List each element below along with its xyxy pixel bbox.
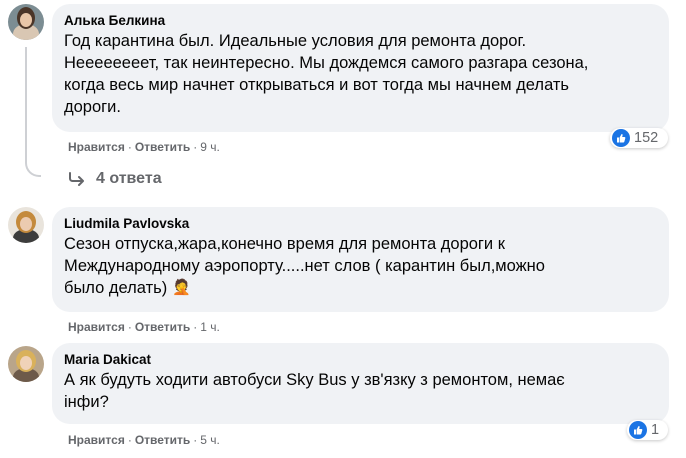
comment-actions: Нравится · Ответить · 1 ч. <box>68 319 220 335</box>
avatar[interactable] <box>8 207 44 243</box>
like-button[interactable]: Нравится <box>68 139 125 155</box>
separator-dot: · <box>127 140 132 154</box>
separator-dot: · <box>193 433 198 447</box>
comment-author[interactable]: Maria Dakicat <box>64 351 657 368</box>
reply-arrow-icon <box>68 172 86 186</box>
like-reaction-icon <box>629 421 647 439</box>
comment-timestamp[interactable]: 5 ч. <box>200 432 220 448</box>
comment-text-line: Неееееееет, так неинтересно. Мы дождемся… <box>64 54 589 72</box>
comment-actions: Нравится · Ответить · 9 ч. <box>68 139 220 155</box>
comment-bubble: Алька Белкина Год карантина был. Идеальн… <box>52 4 669 132</box>
comment-text-line: дороги. <box>64 98 121 116</box>
avatar[interactable] <box>8 4 44 40</box>
reaction-count[interactable]: 152 <box>610 128 668 148</box>
reaction-count-value: 152 <box>634 130 659 146</box>
comment-bubble: Maria Dakicat А як будуть ходити автобус… <box>52 343 669 424</box>
comment-text-line: было делать) <box>64 279 168 297</box>
comment-text-line: А як будуть ходити автобуси Sky Bus у зв… <box>64 371 565 389</box>
separator-dot: · <box>193 140 198 154</box>
comment-actions: Нравится · Ответить · 5 ч. <box>68 432 220 448</box>
reaction-count-value: 1 <box>651 422 660 438</box>
view-replies-link[interactable]: 4 ответа <box>68 168 162 190</box>
avatar[interactable] <box>8 346 44 382</box>
comment-text-line: інфи? <box>64 393 109 411</box>
reply-button[interactable]: Ответить <box>135 432 190 448</box>
separator-dot: · <box>193 320 198 334</box>
separator-dot: · <box>127 433 132 447</box>
separator-dot: · <box>127 320 132 334</box>
reply-button[interactable]: Ответить <box>135 319 190 335</box>
comment-text-line: Сезон отпуска,жара,конечно время для рем… <box>64 235 505 253</box>
reaction-count[interactable]: 1 <box>627 420 668 440</box>
comment-text-line: Международному аэропорту.....нет слов ( … <box>64 257 545 275</box>
like-button[interactable]: Нравится <box>68 432 125 448</box>
like-reaction-icon <box>612 129 630 147</box>
replies-count-label: 4 ответа <box>96 170 162 187</box>
reply-button[interactable]: Ответить <box>135 139 190 155</box>
facepalm-emoji-icon: 🤦 <box>172 279 191 296</box>
comment-text-line: когда весь мир начнет открываться и вот … <box>64 76 570 94</box>
comment-timestamp[interactable]: 1 ч. <box>200 319 220 335</box>
comment-timestamp[interactable]: 9 ч. <box>200 139 220 155</box>
comment-author[interactable]: Алька Белкина <box>64 12 657 29</box>
comment-bubble: Liudmila Pavlovska Сезон отпуска,жара,ко… <box>52 207 669 312</box>
like-button[interactable]: Нравится <box>68 319 125 335</box>
comment-text-line: Год карантина был. Идеальные условия для… <box>64 32 527 50</box>
comment-author[interactable]: Liudmila Pavlovska <box>64 215 657 232</box>
thread-connector-line <box>25 47 41 177</box>
